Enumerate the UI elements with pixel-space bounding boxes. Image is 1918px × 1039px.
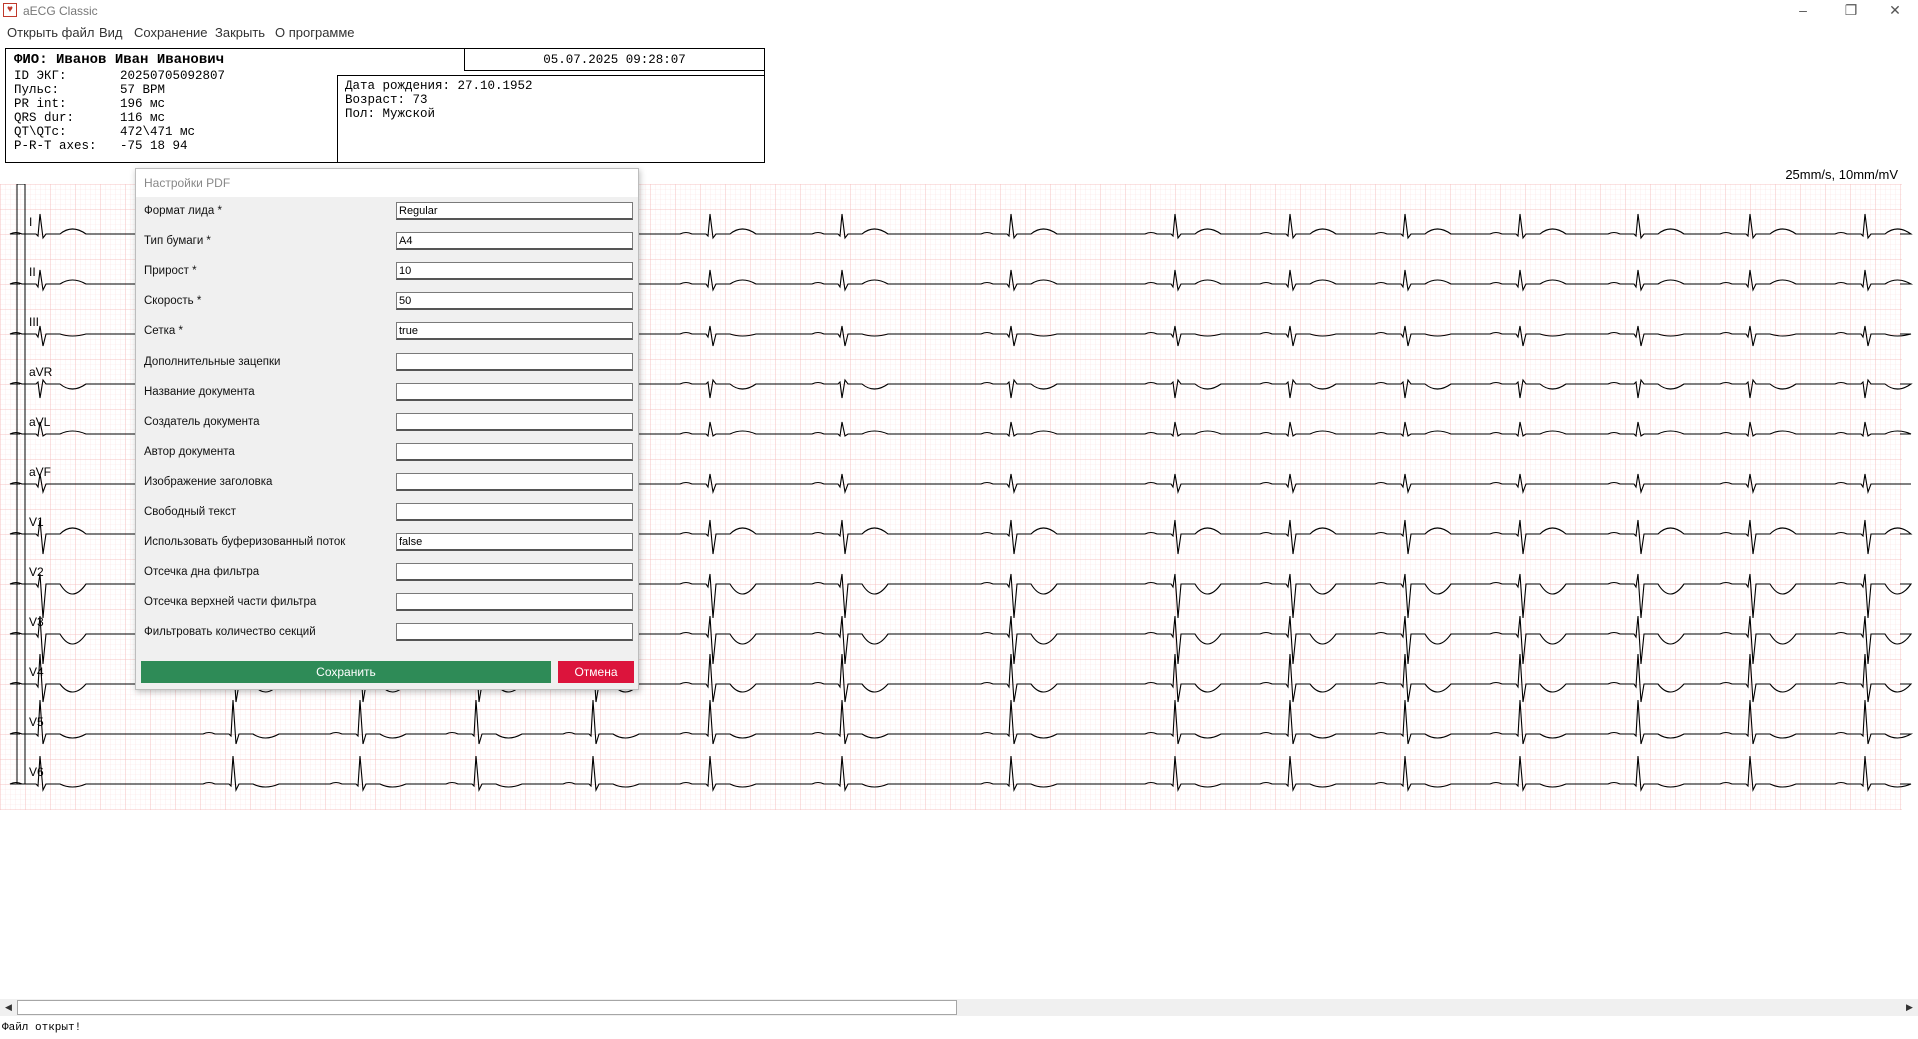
title-bar: ♥ aECG Classic – ❐ ✕ [0, 0, 1918, 22]
field-label: Отсечка дна фильтра [144, 566, 260, 579]
field-input[interactable]: Regular [396, 202, 633, 220]
field-label: Скорость * [144, 295, 202, 308]
field-input[interactable] [396, 593, 633, 612]
field-input[interactable] [396, 382, 633, 401]
field-input[interactable]: A4 [396, 232, 633, 251]
field-input[interactable]: false [396, 533, 633, 552]
ecg-scale-label: 25mm/s, 10mm/mV [1785, 167, 1898, 182]
lead-label-V5: V5 [29, 715, 44, 729]
horizontal-scrollbar[interactable]: ◀ ▶ [0, 999, 1918, 1016]
info-row-pulse: Пульс: 57 BPM [14, 83, 166, 97]
ecg-info-panel: ФИО: Иванов Иван Иванович 05.07.2025 09:… [5, 48, 765, 163]
field-input[interactable] [396, 472, 633, 491]
menu-open-file[interactable]: Открыть файл [7, 25, 94, 40]
pdf-settings-dialog: Настройки PDF Формат лида * Regular Тип бу… [135, 168, 639, 690]
patient-age: Возраст: 73 [345, 93, 428, 107]
patient-sex: Пол: Мужской [345, 107, 436, 121]
field-input[interactable] [396, 412, 633, 431]
field-label: Формат лида * [144, 205, 222, 217]
field-label: Отсечка верхней части фильтра [144, 596, 317, 609]
field-input[interactable] [396, 623, 633, 642]
lead-label-V6: V6 [29, 765, 44, 779]
lead-label-V3: V3 [29, 615, 44, 629]
field-label: Прирост * [144, 265, 197, 278]
dialog-title: Настройки PDF [136, 169, 638, 197]
info-row-axes: P-R-T axes: -75 18 94 [14, 139, 188, 153]
menu-about[interactable]: О программе [275, 25, 355, 40]
birth-date: Дата рождения: 27.10.1952 [345, 79, 533, 93]
record-datetime: 05.07.2025 09:28:07 [464, 49, 764, 71]
menu-view[interactable]: Вид [99, 25, 123, 40]
patient-details: Дата рождения: 27.10.1952 Возраст: 73 По… [337, 75, 765, 163]
status-bar-text: Файл открыт! [2, 1022, 82, 1034]
field-label: Фильтровать количество секций [144, 626, 316, 639]
menu-bar: Открыть файл Вид Сохранение Закрыть О пр… [0, 22, 1918, 42]
lead-label-I: I [29, 215, 32, 229]
scroll-right-icon[interactable]: ▶ [1901, 999, 1918, 1016]
app-heart-icon: ♥ [3, 3, 17, 17]
cancel-button[interactable]: Отмена [558, 661, 634, 683]
field-input[interactable]: 10 [396, 262, 633, 281]
info-row-qrs: QRS dur: 116 мс [14, 111, 166, 125]
field-input[interactable] [396, 563, 633, 582]
field-input[interactable] [396, 352, 633, 371]
lead-label-II: II [29, 265, 36, 279]
menu-close[interactable]: Закрыть [215, 25, 265, 40]
scroll-left-icon[interactable]: ◀ [0, 999, 17, 1016]
lead-label-aVF: aVF [29, 465, 51, 479]
field-input[interactable]: true [396, 322, 633, 341]
lead-label-III: III [29, 315, 39, 329]
scroll-thumb[interactable] [17, 1000, 957, 1015]
save-button[interactable]: Сохранить [141, 661, 551, 683]
lead-label-aVL: aVL [29, 415, 51, 429]
field-label: Тип бумаги * [144, 235, 211, 248]
info-row-qt: QT\QTc: 472\471 мс [14, 125, 196, 139]
field-label: Название документа [144, 385, 255, 398]
field-label: Дополнительные зацепки [144, 355, 281, 368]
field-input[interactable] [396, 442, 633, 461]
menu-save[interactable]: Сохранение [134, 25, 208, 40]
field-label: Свободный текст [144, 506, 237, 518]
window-title: aECG Classic [23, 4, 98, 18]
patient-name: ФИО: Иванов Иван Иванович [14, 52, 225, 68]
close-window-button[interactable]: ✕ [1873, 0, 1917, 22]
field-input[interactable] [396, 503, 633, 521]
info-row-pr: PR int: 196 мс [14, 97, 166, 111]
info-row-id: ID ЭКГ: 20250705092807 [14, 69, 226, 83]
field-label: Изображение заголовка [144, 475, 273, 488]
lead-label-V2: V2 [29, 565, 44, 579]
field-label: Сетка * [144, 325, 183, 338]
restore-button[interactable]: ❐ [1829, 0, 1873, 22]
field-label: Создатель документа [144, 415, 260, 428]
lead-label-aVR: aVR [29, 365, 53, 379]
lead-label-V1: V1 [29, 515, 44, 529]
lead-label-V4: V4 [29, 665, 44, 679]
field-input[interactable]: 50 [396, 292, 633, 311]
minimize-button[interactable]: – [1781, 0, 1825, 22]
field-label: Использовать буферизованный поток [144, 536, 346, 549]
field-label: Автор документа [144, 445, 235, 458]
